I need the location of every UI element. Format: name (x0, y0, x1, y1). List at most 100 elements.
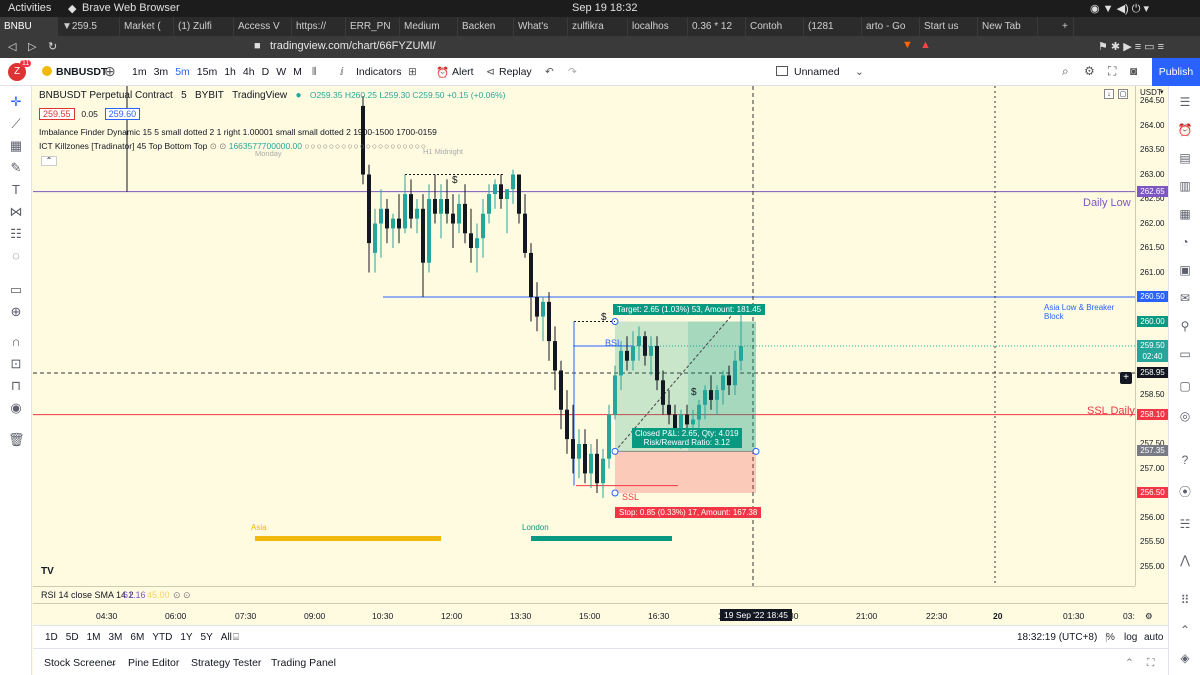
hotlist-icon[interactable]: ▥ (1177, 178, 1193, 194)
alerts-clock-icon[interactable]: ⏰ (1177, 122, 1193, 138)
scale-collapse-icon[interactable]: ↓ (1104, 89, 1114, 99)
back-icon[interactable]: ◁ (8, 40, 16, 53)
browser-tab[interactable]: BNBU (0, 17, 58, 36)
range-6m[interactable]: 6M (130, 632, 144, 643)
browser-tab[interactable]: Medium (400, 17, 458, 36)
add-symbol-icon[interactable]: ⊕ (104, 63, 116, 80)
brave-shield-icon[interactable]: ▼ (902, 39, 913, 51)
layers-icon[interactable]: ◈ (1177, 650, 1193, 666)
range-ytd[interactable]: YTD (152, 632, 172, 643)
range-1y[interactable]: 1Y (180, 632, 192, 643)
extensions-icons[interactable]: ⚑ ✱ ▶ ≡ ▭ ≡ (1098, 40, 1164, 53)
browser-tab[interactable]: (1281 (804, 17, 862, 36)
zoom-icon[interactable]: ⊕ (8, 304, 24, 320)
pattern-icon[interactable]: ⋈ (8, 204, 24, 220)
interval-W[interactable]: W (276, 66, 286, 78)
auto-toggle[interactable]: auto (1144, 632, 1163, 643)
symbol-title[interactable]: BNBUSDT Perpetual Contract (39, 90, 173, 101)
chat-icon[interactable]: ✉ (1177, 290, 1193, 306)
search-icon[interactable]: ⌕ (1062, 64, 1069, 79)
add-price-line-icon[interactable]: + (1120, 372, 1132, 384)
pulse-icon[interactable]: ⋀ (1177, 552, 1193, 568)
time-axis[interactable]: 04:30 06:00 07:30 09:00 10:30 12:00 13:30 15:00… (33, 603, 1168, 625)
interval-D[interactable]: D (262, 66, 270, 78)
trend-line-icon[interactable]: ⟋ (8, 116, 24, 132)
broadcast-icon[interactable]: ⦿ (1177, 484, 1193, 500)
messages-icon[interactable]: ▭ (1177, 346, 1193, 362)
redo-icon[interactable]: ↷ (568, 66, 577, 78)
browser-tab[interactable]: arto - Go (862, 17, 920, 36)
crosshair-icon[interactable]: ✛ (8, 94, 24, 110)
range-1m[interactable]: 1M (87, 632, 101, 643)
log-toggle[interactable]: log (1124, 632, 1137, 643)
chart-pane[interactable]: BNBUSDT Perpetual Contract 5 BYBIT Tradi… (33, 86, 1135, 586)
tradingview-logo[interactable]: TV (41, 566, 54, 577)
browser-tab[interactable]: localhos (628, 17, 688, 36)
signal-icon[interactable]: ◎ (1177, 408, 1193, 424)
alert-button[interactable]: Alert (452, 66, 474, 78)
reload-icon[interactable]: ↻ (48, 40, 57, 53)
range-5d[interactable]: 5D (66, 632, 79, 643)
camera-icon[interactable]: ◙ (1130, 64, 1137, 78)
magnet-icon[interactable]: ∩ (8, 334, 24, 350)
undo-icon[interactable]: ↶ (545, 66, 554, 78)
fullscreen-icon[interactable]: ⛶ (1108, 64, 1116, 79)
interval-4h[interactable]: 4h (243, 66, 255, 78)
utc-clock[interactable]: 18:32:19 (UTC+8) (1017, 632, 1097, 643)
collapse-legend-button[interactable]: ⌃ (41, 156, 57, 166)
browser-tab[interactable]: https:// (292, 17, 346, 36)
lock-icon[interactable]: ⊓ (8, 378, 24, 394)
bookmark-icon[interactable]: ■ (254, 40, 261, 52)
grid-icon[interactable]: ⠿ (1177, 592, 1193, 608)
collapse-panel-icon[interactable]: ⌃ (1125, 657, 1134, 669)
fib-icon[interactable]: ▦ (8, 138, 24, 154)
browser-tab[interactable]: Contoh (746, 17, 804, 36)
text-icon[interactable]: T (8, 182, 24, 198)
brave-rewards-icon[interactable]: ▲ (920, 39, 931, 51)
browser-tab[interactable]: ▼259.5 (58, 17, 120, 36)
scale-settings-icon[interactable]: ▢ (1118, 89, 1128, 99)
prediction-icon[interactable]: ☷ (8, 226, 24, 242)
dom-icon[interactable]: ☵ (1177, 516, 1193, 532)
lock-drawings-icon[interactable]: ⊡ (8, 356, 24, 372)
new-tab-icon[interactable]: + (1058, 17, 1074, 36)
indicators-button[interactable]: Indicators (356, 66, 402, 78)
rsi-pane[interactable]: RSI 14 close SMA 14 2 61.16 45.00 ⊙ ⊙ (33, 586, 1135, 603)
chevron-up-icon[interactable]: ⌃ (1177, 622, 1193, 638)
notifications-icon[interactable]: ⚲ (1177, 318, 1193, 334)
legend-settings-icons[interactable]: ⊙ ⊙ (210, 141, 227, 151)
tab-pine-editor[interactable]: Pine Editor (128, 657, 179, 669)
browser-tab[interactable]: What's (514, 17, 568, 36)
sell-price-button[interactable]: 259.55 (39, 108, 75, 120)
interval-5m[interactable]: 5m (175, 66, 190, 78)
target-label[interactable]: Target: 2.65 (1.03%) 53, Amount: 181.45 (613, 304, 766, 315)
time-axis-settings-icon[interactable]: ⚙ (1145, 611, 1153, 622)
system-tray-icons[interactable]: ◉ ▼ ◀) ⏻ ▾ (1090, 2, 1149, 16)
date-range-icon[interactable]: ⌸ (233, 632, 239, 643)
streams-icon[interactable]: ▣ (1177, 262, 1193, 278)
browser-tab[interactable]: zulfikra (568, 17, 628, 36)
interval-1h[interactable]: 1h (224, 66, 236, 78)
url-field[interactable]: tradingview.com/chart/66FYZUMI/ (270, 40, 436, 52)
range-3m[interactable]: 3M (109, 632, 123, 643)
eye-icon[interactable]: ◉ (8, 400, 24, 416)
indicator-legend-imbalance[interactable]: Imbalance Finder Dynamic 15 5 small dott… (39, 127, 437, 137)
rsi-settings-icons[interactable]: ⊙ ⊙ (173, 590, 191, 601)
stop-label[interactable]: Stop: 0.85 (0.33%) 17, Amount: 167.38 (615, 507, 762, 518)
idea-icon[interactable]: ◌ (8, 248, 24, 264)
templates-icon[interactable]: ⊞ (408, 66, 417, 78)
range-all[interactable]: All (221, 632, 232, 643)
browser-tab[interactable]: Market ( (120, 17, 174, 36)
activities-button[interactable]: Activities (8, 2, 51, 14)
browser-tab[interactable]: Backen (458, 17, 514, 36)
watchlist-icon[interactable]: ☰ (1177, 94, 1193, 110)
range-1d[interactable]: 1D (45, 632, 58, 643)
interval-1m[interactable]: 1m (132, 66, 147, 78)
interval-3m[interactable]: 3m (154, 66, 169, 78)
ideas-icon[interactable]: ◔ (1177, 234, 1193, 250)
replay-button[interactable]: Replay (499, 66, 532, 78)
forward-icon[interactable]: ▷ (28, 40, 36, 53)
browser-tab[interactable]: 0.36 * 12 (688, 17, 746, 36)
message-icon[interactable]: ▢ (1177, 378, 1193, 394)
interval-15m[interactable]: 15m (197, 66, 217, 78)
